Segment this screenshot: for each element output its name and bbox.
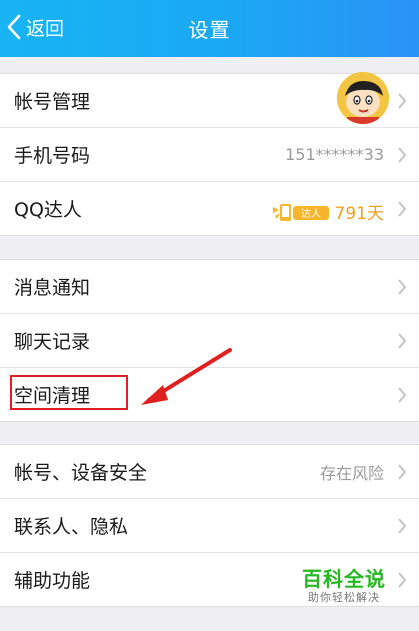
chevron-right-icon — [398, 464, 407, 480]
row-qq-daren[interactable]: QQ达人 达人 791天 — [0, 182, 419, 235]
row-value: 存在风险 — [319, 463, 384, 483]
row-label: 空间清理 — [14, 385, 91, 407]
row-label: 消息通知 — [14, 277, 91, 299]
daren-days: 791天 — [334, 204, 384, 224]
row-label: 聊天记录 — [14, 331, 91, 353]
row-label: QQ达人 — [14, 199, 82, 221]
row-value: 151******33 — [285, 145, 384, 164]
watermark-title: 百科全说 — [302, 567, 386, 591]
chevron-right-icon — [398, 279, 407, 295]
chevron-right-icon — [398, 147, 407, 163]
row-account-management[interactable]: 帐号管理 — [0, 72, 419, 128]
chevron-right-icon — [398, 201, 407, 217]
row-label: 手机号码 — [14, 145, 91, 167]
avatar — [337, 72, 389, 124]
row-account-device-security[interactable]: 帐号、设备安全 存在风险 — [0, 445, 419, 499]
chevron-right-icon — [398, 387, 407, 403]
row-notifications[interactable]: 消息通知 — [0, 260, 419, 314]
daren-badge-icon: 达人 — [272, 203, 329, 221]
watermark-subtitle: 助你轻松解决 — [308, 591, 380, 604]
row-phone-number[interactable]: 手机号码 151******33 — [0, 128, 419, 182]
daren-badge-label: 达人 — [301, 208, 321, 220]
settings-group-account: 帐号管理 手机号码 151******33 QQ达人 达人 791天 — [0, 72, 419, 236]
row-label: 帐号管理 — [14, 91, 91, 113]
chevron-right-icon — [398, 518, 407, 534]
row-label: 辅助功能 — [14, 570, 91, 592]
row-contacts-privacy[interactable]: 联系人、隐私 — [0, 499, 419, 553]
row-label: 帐号、设备安全 — [14, 462, 148, 484]
daren-status: 达人 791天 — [271, 199, 384, 224]
annotation-arrow — [141, 348, 232, 405]
chevron-right-icon — [398, 93, 407, 109]
avatar-image — [337, 72, 389, 124]
chevron-right-icon — [398, 572, 407, 588]
row-label: 联系人、隐私 — [14, 516, 129, 538]
nav-bar: 返回 设置 — [0, 0, 419, 57]
page-title: 设置 — [188, 18, 231, 42]
chevron-right-icon — [398, 333, 407, 349]
